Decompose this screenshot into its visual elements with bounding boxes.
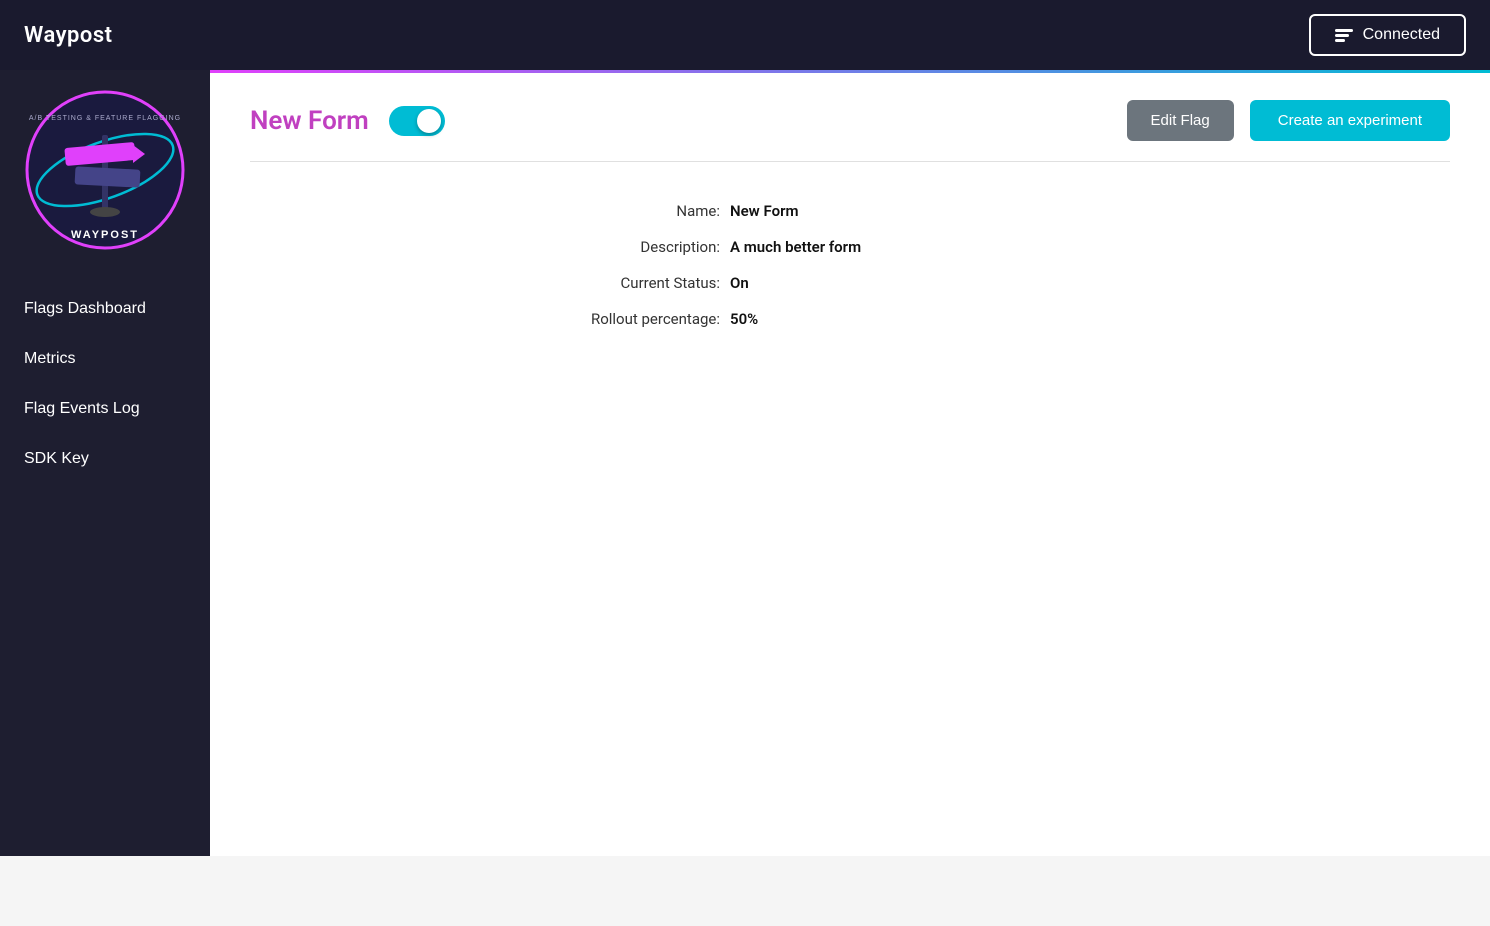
logo-container: WAYPOST A/B TESTING & FEATURE FLAGGING — [25, 90, 185, 254]
flag-header: New Form Edit Flag Create an experiment — [250, 100, 1450, 141]
svg-text:WAYPOST: WAYPOST — [71, 229, 139, 241]
detail-row-status: Current Status: On — [500, 274, 1200, 292]
divider — [250, 161, 1450, 162]
sidebar-nav: Flags Dashboard Metrics Flag Events Log … — [0, 284, 210, 484]
status-value: On — [730, 274, 749, 292]
flag-toggle-label[interactable] — [389, 106, 445, 136]
layout: WAYPOST A/B TESTING & FEATURE FLAGGING F… — [0, 70, 1490, 856]
sidebar: WAYPOST A/B TESTING & FEATURE FLAGGING F… — [0, 70, 210, 856]
name-label: Name: — [500, 202, 720, 220]
waypost-logo: WAYPOST A/B TESTING & FEATURE FLAGGING — [25, 90, 185, 250]
sidebar-item-flag-events-log[interactable]: Flag Events Log — [0, 384, 210, 434]
flag-title: New Form — [250, 106, 369, 136]
header-buttons: Edit Flag Create an experiment — [1127, 100, 1450, 141]
description-value: A much better form — [730, 238, 861, 256]
navbar-brand: Waypost — [24, 23, 113, 48]
navbar: Waypost Connected — [0, 0, 1490, 70]
sidebar-item-metrics[interactable]: Metrics — [0, 334, 210, 384]
sidebar-item-flags-dashboard[interactable]: Flags Dashboard — [0, 284, 210, 334]
name-value: New Form — [730, 202, 799, 220]
description-label: Description: — [500, 238, 720, 256]
toggle-wrapper[interactable] — [389, 106, 445, 136]
detail-row-name: Name: New Form — [500, 202, 1200, 220]
detail-row-description: Description: A much better form — [500, 238, 1200, 256]
main-content: New Form Edit Flag Create an experiment … — [210, 70, 1490, 856]
create-experiment-button[interactable]: Create an experiment — [1250, 100, 1450, 141]
sidebar-item-sdk-key[interactable]: SDK Key — [0, 434, 210, 484]
edit-flag-button[interactable]: Edit Flag — [1127, 100, 1234, 141]
stack-icon — [1335, 29, 1353, 42]
connected-button[interactable]: Connected — [1309, 14, 1466, 56]
rollout-value: 50% — [730, 310, 758, 328]
accent-bar — [210, 70, 1490, 73]
status-label: Current Status: — [500, 274, 720, 292]
svg-text:A/B TESTING & FEATURE FLAGGING: A/B TESTING & FEATURE FLAGGING — [29, 115, 181, 122]
detail-row-rollout: Rollout percentage: 50% — [500, 310, 1200, 328]
rollout-label: Rollout percentage: — [500, 310, 720, 328]
flag-details: Name: New Form Description: A much bette… — [500, 192, 1200, 328]
connected-label: Connected — [1363, 26, 1440, 44]
flag-title-row: New Form — [250, 106, 445, 136]
